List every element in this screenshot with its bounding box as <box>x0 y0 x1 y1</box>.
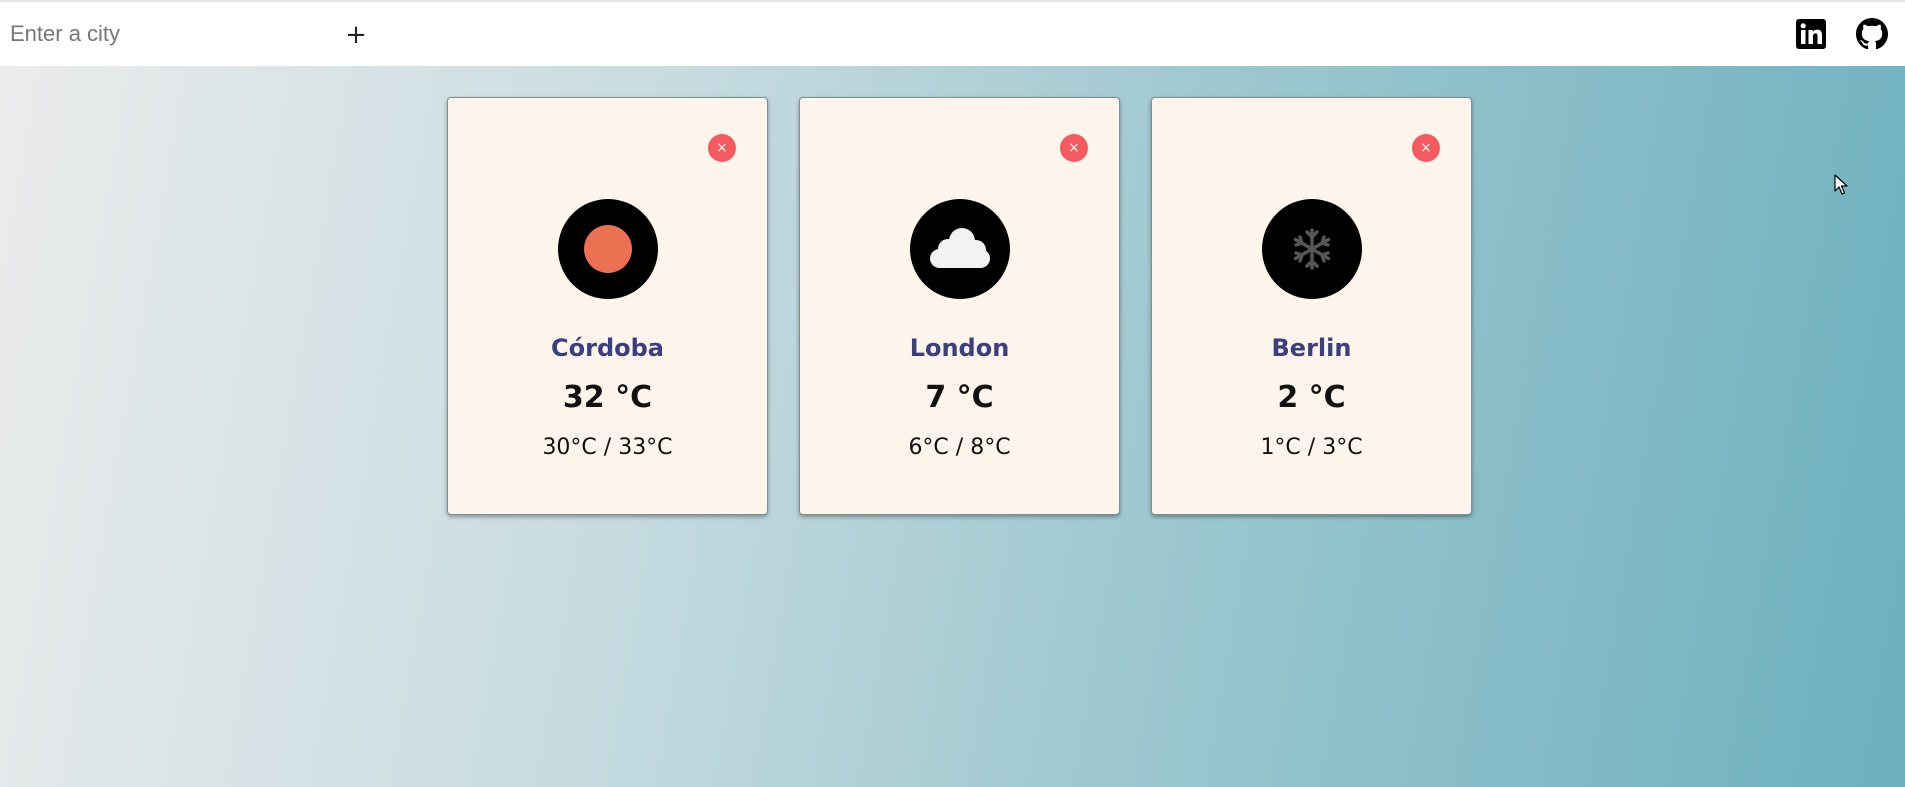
weather-card-cordoba: × Córdoba 32 °C 30°C / 33°C <box>447 97 768 515</box>
remove-city-button[interactable]: × <box>1060 134 1088 162</box>
mouse-cursor-icon <box>1834 174 1848 201</box>
weather-cards: × Córdoba 32 °C 30°C / 33°C × London 7 °… <box>447 97 1472 515</box>
github-icon[interactable] <box>1856 18 1888 50</box>
weather-card-berlin: × Berlin 2 °C 1°C / 3°C <box>1151 97 1472 515</box>
current-temperature: 7 °C <box>925 380 994 415</box>
temperature-range: 30°C / 33°C <box>542 435 673 460</box>
temperature-range: 1°C / 3°C <box>1260 435 1363 460</box>
remove-city-button[interactable]: × <box>1412 134 1440 162</box>
city-search-input[interactable] <box>0 14 330 54</box>
top-bar: + <box>0 0 1905 66</box>
cloud-icon <box>910 199 1010 299</box>
snowflake-icon <box>1262 199 1362 299</box>
city-name: Berlin <box>1271 334 1352 362</box>
current-temperature: 2 °C <box>1277 380 1346 415</box>
remove-city-button[interactable]: × <box>708 134 736 162</box>
city-name: Córdoba <box>551 334 664 362</box>
add-city-button[interactable]: + <box>340 15 372 55</box>
temperature-range: 6°C / 8°C <box>908 435 1011 460</box>
sun-icon <box>558 199 658 299</box>
current-temperature: 32 °C <box>562 380 653 415</box>
city-name: London <box>909 334 1010 362</box>
linkedin-icon[interactable] <box>1795 18 1827 50</box>
weather-card-london: × London 7 °C 6°C / 8°C <box>799 97 1120 515</box>
